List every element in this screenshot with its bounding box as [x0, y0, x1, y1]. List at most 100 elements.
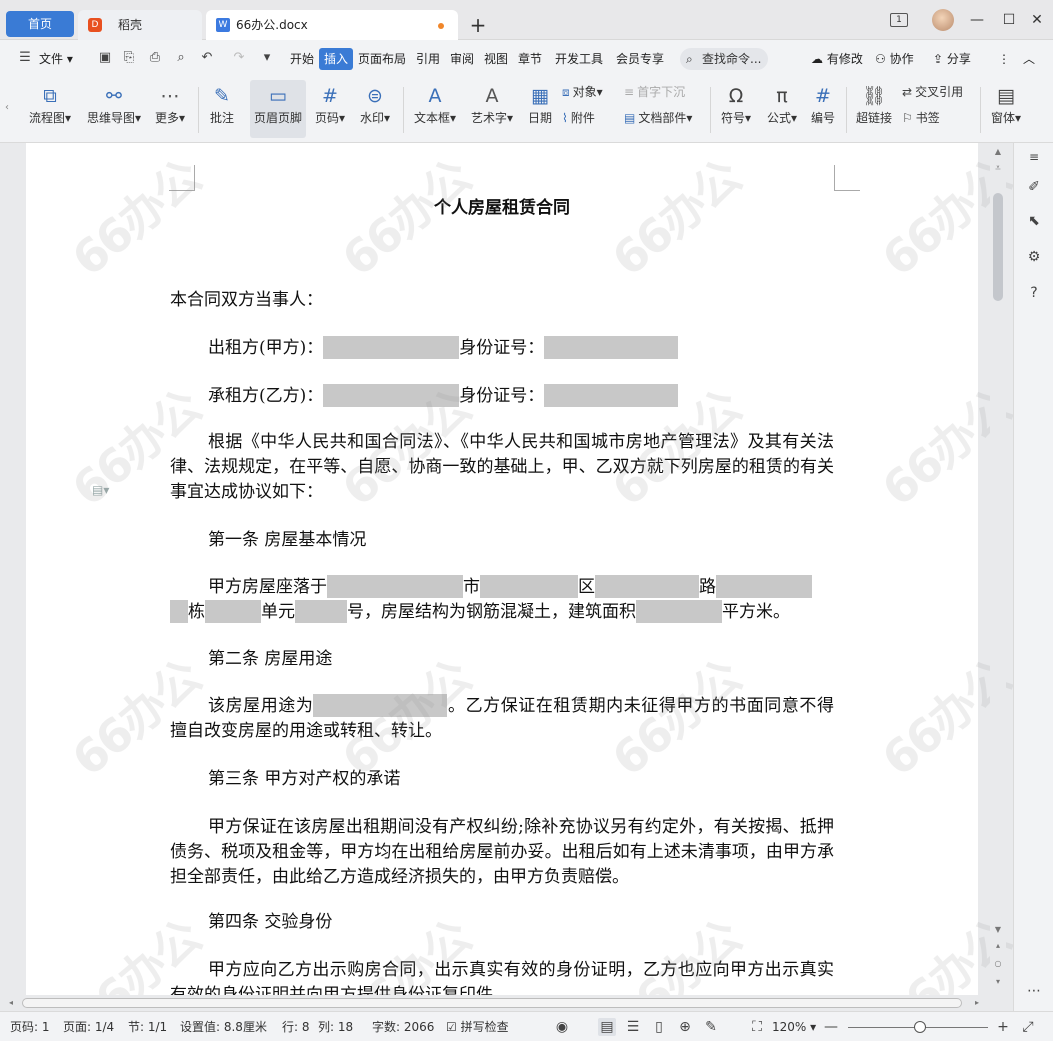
spell-check-button[interactable]: ☑ 拼写检查 [446, 1019, 509, 1035]
status-row[interactable]: 行: 8 [282, 1019, 310, 1035]
menu-start[interactable]: 开始 [287, 48, 317, 70]
save-icon[interactable]: ▣ [96, 49, 114, 67]
attachment-button[interactable]: ⌇ 附件 [562, 108, 595, 128]
undo-icon[interactable]: ↶ [198, 49, 216, 67]
scroll-left-icon[interactable]: ◂ [6, 998, 16, 1007]
scroll-top-icon[interactable]: ⩡ [993, 163, 1003, 174]
more-button[interactable]: ⋯ 更多▾ [150, 80, 190, 138]
menu-references[interactable]: 引用 [413, 48, 443, 70]
header-footer-button[interactable]: ▭ 页眉页脚 [250, 80, 306, 138]
hyperlink-button[interactable]: ⛓ 超链接 [852, 80, 896, 138]
redacted-field [170, 600, 188, 623]
object-button[interactable]: ⧈ 对象▾ [562, 82, 603, 102]
select-browse-icon[interactable]: ○ [993, 959, 1003, 968]
scroll-right-icon[interactable]: ▸ [972, 998, 982, 1007]
next-page-icon[interactable]: ▾ [993, 977, 1003, 986]
outline-view-icon[interactable]: ☰ [624, 1018, 642, 1036]
reading-view-icon[interactable]: ▯ [650, 1018, 668, 1036]
fullscreen-icon[interactable]: ⤢ [1019, 1018, 1037, 1036]
document-page[interactable]: 个人房屋租赁合同 本合同双方当事人： 出租方(甲方)： 身份证号： 承租方(乙方)… [26, 143, 978, 995]
form-button[interactable]: ▤ 窗体▾ [986, 80, 1026, 138]
status-col[interactable]: 列: 18 [318, 1019, 353, 1035]
date-button[interactable]: ▦ 日期 [524, 80, 556, 138]
export-icon[interactable]: ⎘ [120, 49, 138, 67]
page-view-icon[interactable]: ▤ [598, 1018, 616, 1036]
pen-icon[interactable]: ✐ [1024, 177, 1044, 197]
minimize-button[interactable]: — [966, 10, 988, 30]
tab-document[interactable]: W 66办公.docx [206, 10, 458, 40]
vertical-scrollbar[interactable]: ▲ ⩡ ▼ ▴ ○ ▾ [990, 143, 1006, 995]
menu-page-layout[interactable]: 页面布局 [355, 48, 409, 70]
tab-daoke[interactable]: D 稻壳 [78, 10, 202, 40]
status-wordcount[interactable]: 字数: 2066 [372, 1019, 434, 1035]
select-cursor-icon[interactable]: ⬉ [1024, 211, 1044, 231]
eye-protection-icon[interactable]: ◉ [553, 1018, 571, 1036]
crossref-button[interactable]: ⇄ 交叉引用 [902, 82, 963, 102]
horizontal-scroll-thumb[interactable] [22, 998, 962, 1008]
dropcap-button[interactable]: ≡ 首字下沉 [624, 82, 685, 102]
prev-page-icon[interactable]: ▴ [993, 941, 1003, 950]
menu-developer[interactable]: 开发工具 [552, 48, 606, 70]
share-button[interactable]: ⇪ 分享 [930, 48, 974, 70]
more-icon[interactable]: ⋯ [1024, 981, 1044, 1001]
collab-button[interactable]: ⚇ 协作 [872, 48, 917, 70]
menu-review[interactable]: 审阅 [447, 48, 477, 70]
paragraph: 根据《中华人民共和国合同法》、《中华人民共和国城市房地产管理法》及其有关法律、法… [170, 432, 834, 502]
tab-home[interactable]: 首页 [6, 11, 74, 37]
maximize-button[interactable]: ☐ [998, 10, 1020, 30]
flowchart-button[interactable]: ⧉ 流程图▾ [24, 80, 76, 138]
menu-member[interactable]: 会员专享 [613, 48, 667, 70]
status-pages[interactable]: 页面: 1/4 [63, 1019, 114, 1035]
close-button[interactable]: ✕ [1026, 10, 1048, 30]
zoom-in-icon[interactable]: + [994, 1018, 1012, 1036]
file-menu[interactable]: 文件 ▾ [36, 48, 76, 70]
write-mode-icon[interactable]: ✎ [702, 1018, 720, 1036]
hamburger-icon[interactable]: ☰ [14, 49, 36, 67]
more-quick-icon[interactable]: ▾ [258, 49, 276, 67]
redo-icon[interactable]: ↷ [230, 49, 248, 67]
comment-button[interactable]: ✎ 批注 [204, 80, 240, 138]
status-bar: 页码: 1 页面: 1/4 节: 1/1 设置值: 8.8厘米 行: 8 列: … [0, 1011, 1053, 1041]
ribbon-separator [980, 87, 981, 133]
scroll-down-icon[interactable]: ▼ [993, 925, 1003, 934]
wordart-button[interactable]: A 艺术字▾ [467, 80, 517, 138]
zoom-out-icon[interactable]: — [822, 1018, 840, 1036]
web-view-icon[interactable]: ⊕ [676, 1018, 694, 1036]
docpart-button[interactable]: ▤ 文档部件▾ [624, 108, 692, 128]
modified-button[interactable]: ☁ 有修改 [808, 48, 866, 70]
collapse-ribbon-icon[interactable]: ︿ [1020, 48, 1038, 70]
status-setting[interactable]: 设置值: 8.8厘米 [180, 1019, 267, 1035]
command-search[interactable]: ⌕ 查找命令... [680, 48, 768, 70]
tab-daoke-label: 稻壳 [118, 18, 143, 32]
print-icon[interactable]: ⎙ [146, 49, 164, 67]
watermark-button[interactable]: ⊜ 水印▾ [354, 80, 396, 138]
window-count-button[interactable]: 1 [890, 13, 908, 27]
textbox-button[interactable]: A 文本框▾ [410, 80, 460, 138]
numbering-button[interactable]: # 编号 [806, 80, 840, 138]
symbol-button[interactable]: Ω 符号▾ [716, 80, 756, 138]
help-icon[interactable]: ? [1024, 283, 1044, 303]
vertical-scroll-thumb[interactable] [993, 193, 1003, 301]
page-number-button[interactable]: # 页码▾ [310, 80, 350, 138]
more-options-icon[interactable]: ⋮ [995, 48, 1013, 70]
new-tab-button[interactable]: + [466, 10, 490, 40]
print-preview-icon[interactable]: ⌕ [172, 49, 190, 67]
formula-button[interactable]: π 公式▾ [762, 80, 802, 138]
ribbon-scroll-left-icon[interactable]: ‹ [2, 99, 12, 117]
mindmap-button[interactable]: ⚯ 思维导图▾ [82, 80, 146, 138]
avatar[interactable] [932, 9, 954, 31]
menu-view[interactable]: 视图 [481, 48, 511, 70]
status-section[interactable]: 节: 1/1 [128, 1019, 167, 1035]
menu-chapter[interactable]: 章节 [515, 48, 545, 70]
bookmark-button[interactable]: ⚐ 书签 [902, 108, 940, 128]
zoom-slider-handle[interactable] [914, 1021, 926, 1033]
lessor-line: 出租方(甲方)： 身份证号： [170, 336, 834, 361]
zoom-level[interactable]: 120% ▾ [772, 1019, 816, 1035]
menu-insert[interactable]: 插入 [319, 48, 354, 70]
horizontal-scrollbar[interactable]: ◂ ▸ [0, 995, 1013, 1011]
collapse-sidebar-icon[interactable]: ≡ [1024, 147, 1044, 167]
fit-page-icon[interactable]: ⛶ [748, 1018, 766, 1036]
scroll-up-icon[interactable]: ▲ [993, 147, 1003, 156]
status-page[interactable]: 页码: 1 [10, 1019, 50, 1035]
settings-sliders-icon[interactable]: ⚙ [1024, 247, 1044, 267]
